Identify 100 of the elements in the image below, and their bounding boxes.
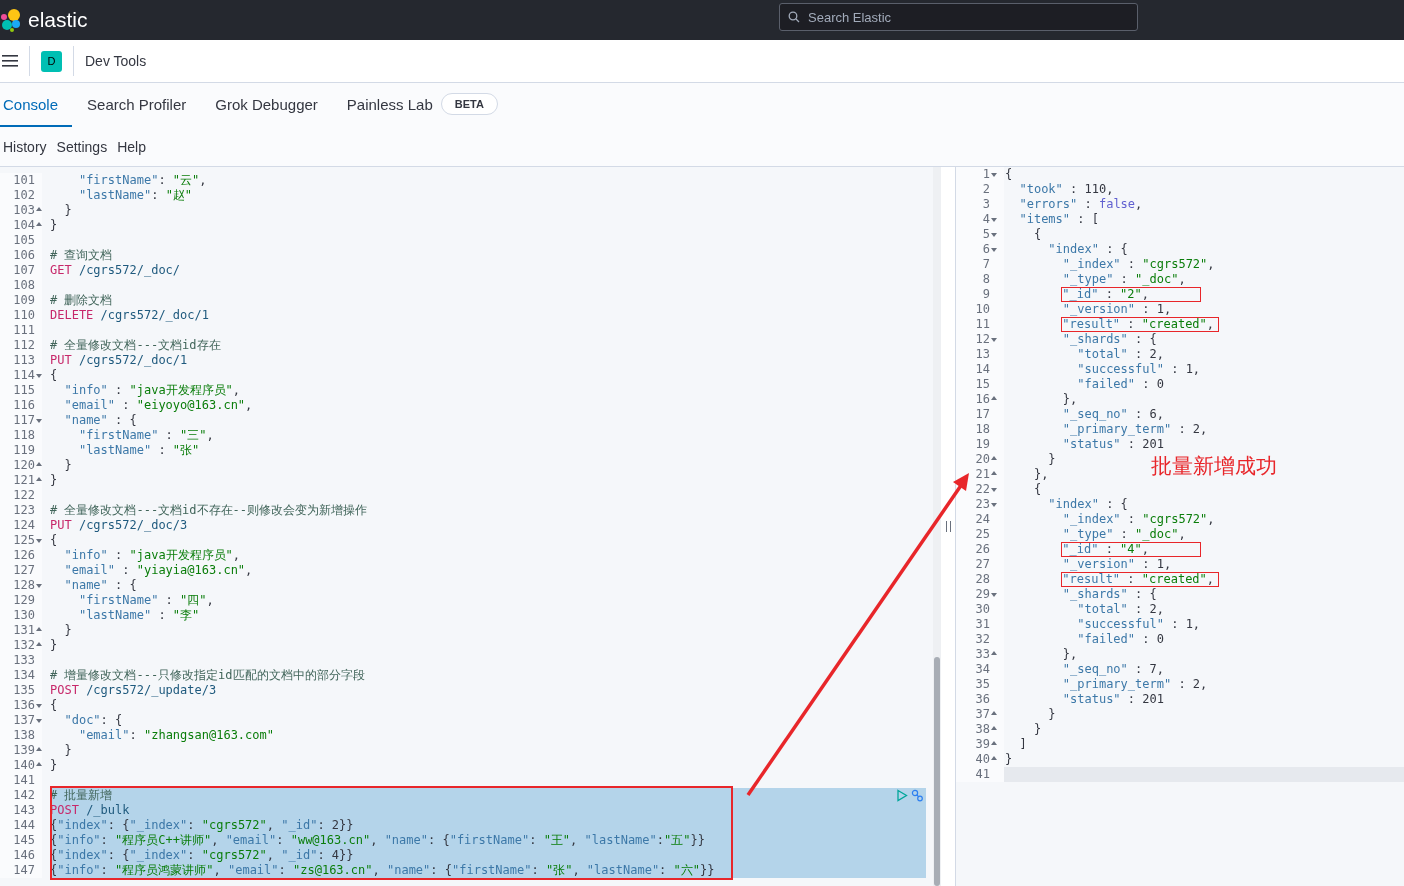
code-line: PUT /cgrs572/_doc/3	[50, 518, 189, 533]
line-number: 129	[12, 593, 35, 608]
line-number: 135	[12, 683, 35, 698]
code-line: },	[1062, 392, 1078, 407]
tab[interactable]: Console	[0, 83, 73, 127]
code-line: "index" : {	[1048, 242, 1128, 257]
line-number: 144	[12, 818, 35, 833]
line-number: 2	[981, 182, 990, 197]
space-avatar[interactable]: D	[41, 50, 62, 72]
code-line: "index" : {	[1048, 497, 1128, 512]
line-number: 32	[974, 632, 990, 647]
code-line: "_version" : 1,	[1062, 557, 1172, 572]
line-number: 21	[974, 467, 990, 482]
code-line: {	[1033, 482, 1042, 497]
line-number: 37	[974, 707, 990, 722]
tab[interactable]: Painless Lab BETA	[343, 83, 501, 127]
code-line: {	[1033, 227, 1042, 242]
line-number: 31	[974, 617, 990, 632]
line-number: 124	[12, 518, 35, 533]
line-number: 20	[974, 452, 990, 467]
line-number: 33	[974, 647, 990, 662]
code-line: "successful" : 1,	[1077, 617, 1201, 632]
line-number: 127	[12, 563, 35, 578]
code-line: "_primary_term" : 2,	[1062, 677, 1208, 692]
line-number: 114	[12, 368, 35, 383]
line-number: 35	[974, 677, 990, 692]
tab[interactable]: Search Profiler	[84, 83, 190, 127]
tab[interactable]: Grok Debugger	[212, 83, 321, 127]
code-line: }	[50, 638, 59, 653]
line-number: 11	[974, 317, 990, 332]
line-number: 22	[974, 482, 990, 497]
line-number: 105	[12, 233, 35, 248]
line-number: 6	[981, 242, 990, 257]
code-line: "email": "zhangsan@163.com"	[77, 728, 275, 743]
code-line: "name" : {	[63, 578, 138, 593]
line-number: 143	[12, 803, 35, 818]
code-line: "firstName": "云",	[77, 173, 208, 188]
line-number: 146	[12, 848, 35, 863]
line-number: 28	[974, 572, 990, 587]
menu-icon[interactable]	[2, 55, 18, 67]
line-number: 115	[12, 383, 35, 398]
code-line: "_seq_no" : 6,	[1062, 407, 1164, 422]
code-line: "items" : [	[1019, 212, 1099, 227]
line-number: 8	[981, 272, 990, 287]
search-field[interactable]: Search Elastic	[779, 3, 1138, 31]
line-number: 16	[974, 392, 990, 407]
line-number: 119	[12, 443, 35, 458]
line-number: 141	[12, 773, 35, 788]
line-number: 5	[981, 227, 990, 242]
code-line: GET /cgrs572/_doc/	[50, 263, 182, 278]
line-number: 110	[12, 308, 35, 323]
code-line: PUT /cgrs572/_doc/1	[50, 353, 189, 368]
resize-handle-icon[interactable]	[945, 521, 951, 532]
line-number: 120	[12, 458, 35, 473]
line-number: 137	[12, 713, 35, 728]
line-number: 3	[981, 197, 990, 212]
line-number: 130	[12, 608, 35, 623]
line-number: 131	[12, 623, 35, 638]
code-line: "failed" : 0	[1077, 632, 1164, 647]
nav-link[interactable]: Settings	[56, 138, 108, 155]
line-number: 34	[974, 662, 990, 677]
code-line: "name" : {	[63, 413, 138, 428]
code-line: }	[1033, 722, 1042, 737]
line-number: 142	[12, 788, 35, 803]
line-number: 108	[12, 278, 35, 293]
code-line: # 删除文档	[50, 293, 114, 308]
line-number: 17	[974, 407, 990, 422]
line-number: 116	[12, 398, 35, 413]
code-line: # 增量修改文档---只修改指定id匹配的文档中的部分字段	[50, 668, 366, 683]
line-number: 26	[974, 542, 990, 557]
code-line: "lastName" : "张"	[77, 443, 201, 458]
line-number: 122	[12, 488, 35, 503]
line-number: 23	[974, 497, 990, 512]
line-number: 13	[974, 347, 990, 362]
line-number: 109	[12, 293, 35, 308]
line-number: 134	[12, 668, 35, 683]
scrollbar[interactable]	[933, 167, 941, 886]
code-line: "_type" : "_doc",	[1062, 527, 1186, 542]
line-number: 104	[12, 218, 35, 233]
code-line: }	[50, 758, 59, 773]
line-number: 132	[12, 638, 35, 653]
code-line: "status" : 201	[1062, 692, 1164, 707]
logo-text: elastic	[28, 8, 88, 32]
line-number: 41	[974, 767, 990, 782]
nav-link[interactable]: History	[3, 138, 47, 155]
line-number: 24	[974, 512, 990, 527]
line-number: 15	[974, 377, 990, 392]
code-line: "_primary_term" : 2,	[1062, 422, 1208, 437]
code-line: }	[63, 623, 73, 638]
line-number: 7	[981, 257, 990, 272]
code-line: }	[63, 203, 73, 218]
code-line: # 查询文档	[50, 248, 114, 263]
code-line: # 全量修改文档---文档id不存在--则修改会变为新增操作	[50, 503, 369, 518]
line-number: 139	[12, 743, 35, 758]
code-line: "doc": {	[63, 713, 124, 728]
line-number: 27	[974, 557, 990, 572]
nav-link[interactable]: Help	[117, 138, 146, 155]
code-line: ]	[1019, 737, 1027, 752]
code-line: "_version" : 1,	[1062, 302, 1172, 317]
line-number: 36	[974, 692, 990, 707]
